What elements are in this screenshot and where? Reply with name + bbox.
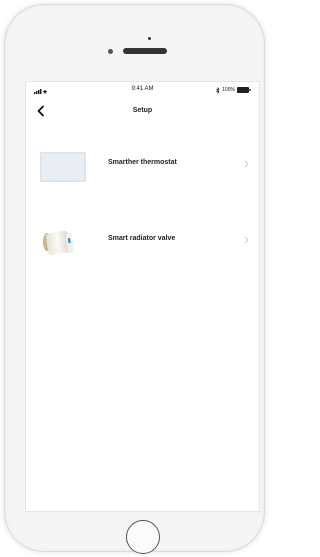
- device-name: Smarther thermostat: [108, 159, 177, 166]
- list-item-radiator-valve[interactable]: Smart radiator valve: [26, 208, 259, 284]
- app-screen: 9:41 AM 100% Setup 21 Smarther thermosta…: [25, 81, 260, 512]
- thermostat-icon: 21: [40, 152, 86, 182]
- page-title: Setup: [132, 107, 153, 114]
- status-bar: 9:41 AM 100%: [26, 82, 259, 98]
- home-button[interactable]: [126, 520, 160, 554]
- battery-percent: 100%: [222, 87, 235, 93]
- list-item-thermostat[interactable]: 21 Smarther thermostat: [26, 132, 259, 208]
- front-camera: [148, 37, 151, 40]
- device-name: Smart radiator valve: [108, 235, 176, 242]
- phone-frame: 9:41 AM 100% Setup 21 Smarther thermosta…: [4, 4, 265, 554]
- status-right: 100%: [216, 86, 251, 94]
- radiator-valve-icon: [43, 230, 75, 256]
- chevron-right-icon: [244, 160, 249, 168]
- bluetooth-icon: [216, 86, 220, 94]
- earpiece-speaker: [123, 48, 167, 54]
- svg-text:21: 21: [59, 165, 67, 172]
- navigation-bar: Setup: [26, 100, 259, 122]
- chevron-right-icon: [244, 236, 249, 244]
- proximity-sensor: [108, 49, 113, 54]
- battery-icon: [237, 87, 251, 93]
- device-list: 21 Smarther thermostat Smart radiator va…: [26, 132, 259, 284]
